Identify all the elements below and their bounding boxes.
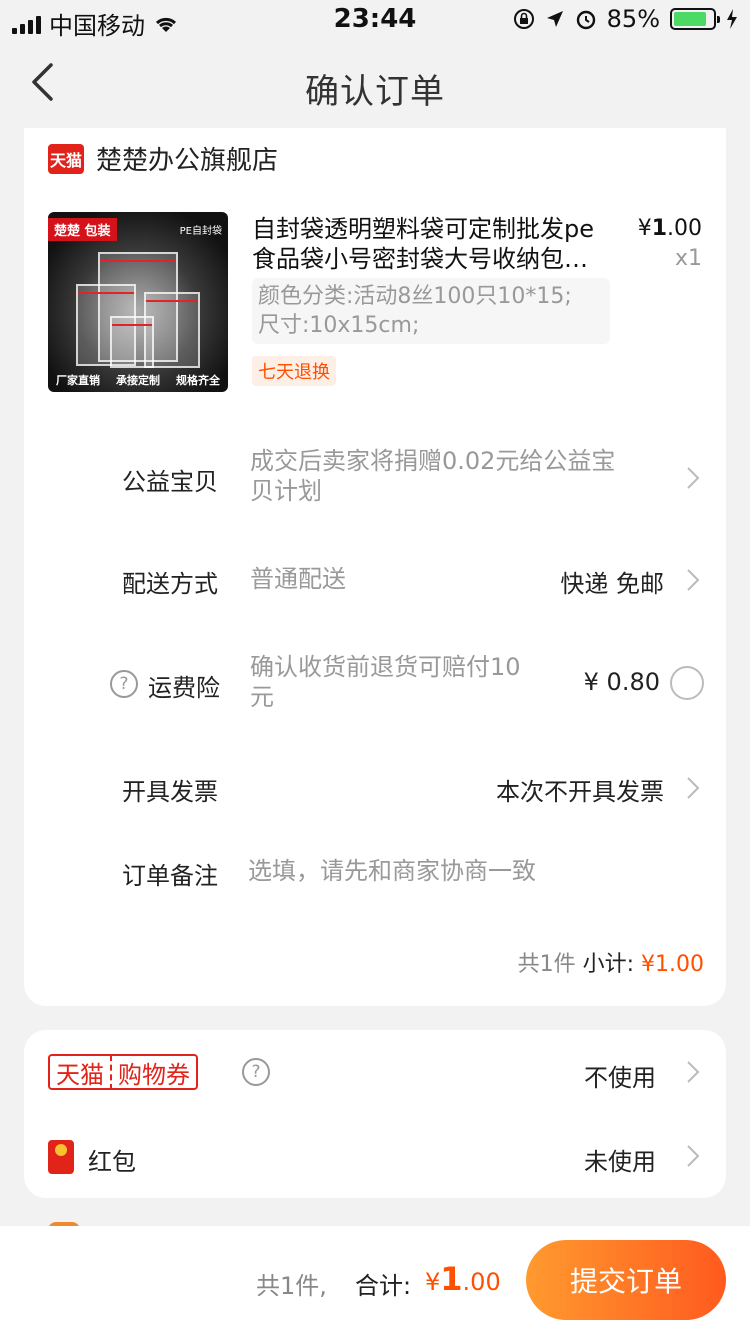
chevron-right-icon	[687, 777, 700, 799]
chevron-right-icon	[687, 1145, 700, 1167]
help-icon[interactable]: ?	[110, 670, 138, 698]
image-brand-tag: 楚楚 包装	[48, 218, 117, 241]
chevron-right-icon	[687, 467, 700, 489]
return-policy-badge: 七天退换	[252, 356, 336, 386]
order-note-row: 订单备注 选填，请先和商家协商一致	[24, 852, 726, 896]
shop-header[interactable]: 天猫 楚楚办公旗舰店	[48, 140, 278, 177]
alarm-icon	[576, 10, 595, 30]
shipping-value: 快递 免邮	[560, 570, 664, 598]
coupon-card: 天猫 购物券 ? 不使用 红包 未使用	[24, 1030, 726, 1198]
red-packet-label: 红包	[88, 1148, 136, 1176]
product-title[interactable]: 自封袋透明塑料袋可定制批发pe 食品袋小号密封袋大号收纳包…	[252, 214, 612, 274]
product-image[interactable]: 楚楚 包装 PE自封袋 厂家直销 承接定制 规格齐全	[48, 212, 228, 392]
subtotal: 共1件 小计: ¥1.00	[517, 952, 704, 977]
shipping-insurance-row: ? 运费险 确认收货前退货可赔付10 元 ¥ 0.80	[24, 648, 726, 718]
red-packet-icon	[48, 1140, 74, 1174]
note-input[interactable]: 选填，请先和商家协商一致	[248, 856, 536, 886]
shipping-desc: 普通配送	[250, 565, 346, 593]
battery-percent: 85%	[606, 5, 660, 33]
location-icon	[546, 11, 563, 27]
invoice-row[interactable]: 开具发票 本次不开具发票	[24, 768, 726, 812]
submit-order-button[interactable]: 提交订单	[526, 1240, 726, 1320]
nav-bar: 确认订单	[0, 40, 750, 128]
shop-name: 楚楚办公旗舰店	[96, 146, 279, 176]
item-count: 共1件,	[256, 1272, 327, 1300]
insurance-radio[interactable]	[670, 666, 704, 700]
tmall-coupon-value[interactable]: 不使用	[584, 1058, 656, 1093]
insurance-desc: 确认收货前退货可赔付10 元	[250, 653, 521, 711]
product-price: ¥1.00	[637, 216, 702, 241]
total-amount: ¥1.00	[425, 1260, 501, 1298]
image-pe-tag: PE自封袋	[179, 226, 222, 237]
insurance-label: 运费险	[148, 674, 220, 702]
product-quantity: x1	[674, 246, 702, 271]
status-right: 85%	[513, 5, 738, 33]
help-icon[interactable]: ?	[242, 1058, 270, 1086]
image-footer: 厂家直销 承接定制 规格齐全	[56, 374, 220, 387]
sku-info: 颜色分类:活动8丝100只10*15; 尺寸:10x15cm;	[252, 278, 610, 344]
invoice-label: 开具发票	[122, 778, 218, 806]
order-card: 天猫 楚楚办公旗舰店 楚楚 包装 PE自封袋 厂家直销 承接定制 规格齐全 自封…	[24, 128, 726, 1006]
total-label: 合计:	[355, 1272, 412, 1300]
chevron-right-icon	[687, 1061, 700, 1083]
shipping-label: 配送方式	[122, 570, 218, 598]
charity-desc: 成交后卖家将捐赠0.02元给公益宝 贝计划	[250, 447, 616, 505]
tmall-logo-icon: 天猫	[48, 143, 84, 174]
note-label: 订单备注	[122, 862, 218, 890]
page-title: 确认订单	[305, 72, 445, 112]
battery-icon	[670, 8, 720, 30]
charity-label: 公益宝贝	[122, 468, 218, 496]
charging-icon	[727, 9, 737, 29]
red-packet-value[interactable]: 未使用	[584, 1142, 656, 1177]
charity-row[interactable]: 公益宝贝 成交后卖家将捐赠0.02元给公益宝 贝计划	[24, 444, 726, 514]
tmall-coupon-logo: 天猫 购物券	[48, 1054, 198, 1090]
shipping-row[interactable]: 配送方式 普通配送 快递 免邮	[24, 560, 726, 604]
insurance-price: ¥ 0.80	[583, 668, 660, 696]
checkout-bar: 共1件, 合计: ¥1.00 提交订单	[0, 1226, 750, 1334]
status-bar: 中国移动 23:44 85%	[0, 0, 750, 40]
invoice-value: 本次不开具发票	[496, 778, 664, 806]
chevron-right-icon	[687, 569, 700, 591]
rotation-lock-icon	[513, 9, 534, 29]
